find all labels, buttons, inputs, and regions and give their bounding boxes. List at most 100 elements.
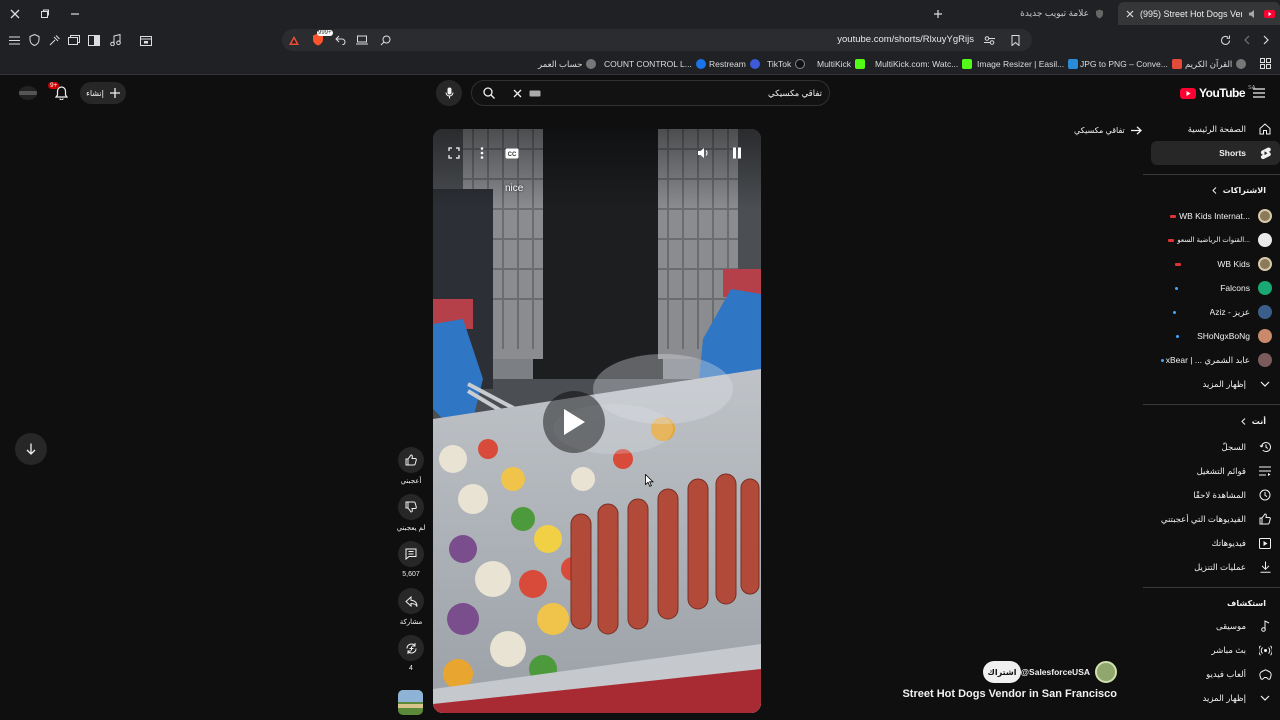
short-title[interactable]: Street Hot Dogs Vendor in San Francisco <box>860 688 1117 700</box>
remix-button[interactable] <box>398 635 424 661</box>
sidebar-item-show-more[interactable]: إظهار المزيد <box>1143 372 1280 396</box>
comments-button[interactable] <box>398 541 424 567</box>
extensions-grid-icon[interactable] <box>1258 56 1272 70</box>
tab-new-tab[interactable]: علامة تبويب جديدة <box>1020 2 1110 25</box>
more-options-icon[interactable] <box>475 145 489 161</box>
voice-search-button[interactable] <box>436 80 462 106</box>
bookmark-icon[interactable] <box>1008 33 1022 47</box>
sidebar-item-shorts[interactable]: Shorts <box>1151 141 1280 165</box>
sound-thumbnail[interactable] <box>398 690 423 715</box>
bookmark-count-control[interactable]: COUNT CONTROL L... <box>604 56 706 72</box>
calendar-icon[interactable] <box>139 33 153 47</box>
youtube-logo[interactable]: YouTube SA <box>1180 85 1255 101</box>
explore-heading-label: استكشاف <box>1227 599 1266 608</box>
sidebar-item-playlists[interactable]: قوائم التشغيل <box>1143 459 1280 483</box>
playlist-icon <box>1258 464 1272 478</box>
search-icon[interactable] <box>482 86 496 100</box>
like-button[interactable] <box>398 447 424 473</box>
sidebar-item-subscription[interactable]: xBear | ... عابد الشمري <box>1143 348 1280 372</box>
like-icon <box>1258 512 1272 526</box>
volume-icon[interactable] <box>695 145 711 161</box>
share-button[interactable] <box>398 588 424 614</box>
channel-handle[interactable]: @SalesforceUSA <box>1010 667 1090 677</box>
search-icon[interactable] <box>378 33 392 47</box>
next-short-button[interactable] <box>15 433 47 465</box>
sidebar-item-gaming[interactable]: ألعاب فيديو <box>1143 662 1280 686</box>
minimize-window-icon[interactable] <box>68 7 82 21</box>
search-input[interactable] <box>560 84 822 102</box>
sidebar-item-subscription[interactable]: Falcons <box>1143 276 1280 300</box>
sidebar-item-show-more-explore[interactable]: إظهار المزيد <box>1143 686 1280 710</box>
globe-icon <box>586 59 597 69</box>
related-search-link[interactable]: تفاقي مكسيكي <box>1074 123 1142 137</box>
sidebar-item-home[interactable]: الصفحة الرئيسية <box>1143 117 1280 141</box>
short-video-player[interactable]: CC nice <box>433 129 761 713</box>
bookmark-tiktok[interactable]: TikTok <box>767 56 806 72</box>
you-heading[interactable]: أنت <box>1241 417 1266 426</box>
pause-icon[interactable] <box>729 145 745 161</box>
music-icon[interactable] <box>108 33 122 47</box>
menu-icon[interactable] <box>7 33 21 47</box>
guide-menu-icon[interactable] <box>1252 86 1266 100</box>
back-icon[interactable] <box>1259 33 1273 47</box>
brave-shield-icon[interactable]: 999+ <box>309 30 333 47</box>
restream-icon <box>749 59 760 69</box>
close-tab-icon[interactable] <box>1126 10 1134 18</box>
sidebar-item-subscription[interactable]: WB Kids Internat... <box>1143 204 1280 228</box>
url-text[interactable]: youtube.com/shorts/RlxuyYgRijs <box>760 34 974 45</box>
back-arrow-icon[interactable] <box>333 33 347 47</box>
sidebar-item-your-videos[interactable]: فيديوهاتك <box>1143 531 1280 555</box>
clear-search-icon[interactable] <box>511 87 523 99</box>
bookmark-multikick[interactable]: MultiKick <box>817 56 866 72</box>
sidebar-item-live[interactable]: بث مباشر <box>1143 638 1280 662</box>
sidebar-item-history[interactable]: السجلّ <box>1143 435 1280 459</box>
brave-triangle-icon[interactable] <box>287 33 301 47</box>
keyboard-icon[interactable] <box>528 87 542 99</box>
bookmark-image-resizer[interactable]: Image Resizer | Easil... <box>977 56 1079 72</box>
captions-icon[interactable]: CC <box>504 146 520 160</box>
create-button[interactable]: إنشاء <box>80 82 126 104</box>
shield-icon[interactable] <box>27 33 41 47</box>
bookmark-jpg-to-png[interactable]: JPG to PNG – Conve... <box>1080 56 1182 72</box>
youtube-favicon-icon <box>1264 9 1275 18</box>
bookmark-age[interactable]: حساب العمر <box>538 56 597 72</box>
shorts-icon <box>1258 146 1272 160</box>
chevron-down-icon <box>1258 691 1272 705</box>
clock-icon <box>1258 488 1272 502</box>
sidebar-item-downloads[interactable]: عمليات التنزيل <box>1143 555 1280 579</box>
tab-street-hot-dogs[interactable]: (995) Street Hot Dogs Vendor <box>1118 2 1280 25</box>
brush-icon[interactable] <box>47 33 61 47</box>
forward-icon[interactable] <box>1239 33 1253 47</box>
bookmark-quran[interactable]: القرآن الكريم <box>1185 56 1247 72</box>
sidebar-item-liked-videos[interactable]: الفيديوهات التي أعجبتني <box>1143 507 1280 531</box>
sidebar-item-subscription[interactable]: SHoNgxBoNg <box>1143 324 1280 348</box>
comments-action: 5,607 <box>397 541 425 578</box>
bookmark-restream[interactable]: Restream <box>709 56 760 72</box>
site-settings-icon[interactable] <box>982 33 996 47</box>
bookmark-multikick-watch[interactable]: MultiKick.com: Watc... <box>875 56 973 72</box>
play-button[interactable] <box>543 391 605 453</box>
sidebar-item-music[interactable]: موسيقى <box>1143 614 1280 638</box>
bookmark-label: JPG to PNG – Conve... <box>1080 59 1168 69</box>
cast-icon[interactable] <box>355 33 369 47</box>
avatar[interactable] <box>19 86 37 100</box>
dislike-button[interactable] <box>398 494 424 520</box>
sidebar-item-subscription[interactable]: Aziz - عزيز <box>1143 300 1280 324</box>
gamepad-icon <box>1258 667 1272 681</box>
restore-window-icon[interactable] <box>38 7 52 21</box>
sidebar-item-subscription[interactable]: القنوات الرياضية السعو... <box>1143 228 1280 252</box>
new-tab-icon[interactable] <box>931 7 945 21</box>
subscribe-button[interactable]: اشتراك <box>983 661 1021 683</box>
tabs-icon[interactable] <box>67 33 81 47</box>
close-window-icon[interactable] <box>8 7 22 21</box>
remix-icon <box>405 642 418 655</box>
sidebar-item-watch-later[interactable]: المشاهدة لاحقًا <box>1143 483 1280 507</box>
subscriptions-heading[interactable]: الاشتراكات <box>1212 186 1266 195</box>
sidebar-item-label: WB Kids <box>1217 259 1250 269</box>
channel-avatar[interactable] <box>1095 661 1117 683</box>
notifications-bell-icon[interactable]: 9+ <box>48 82 70 102</box>
sidebar-toggle-icon[interactable] <box>87 33 101 47</box>
fullscreen-icon[interactable] <box>446 145 462 161</box>
reload-icon[interactable] <box>1218 33 1232 47</box>
sidebar-item-subscription[interactable]: WB Kids <box>1143 252 1280 276</box>
